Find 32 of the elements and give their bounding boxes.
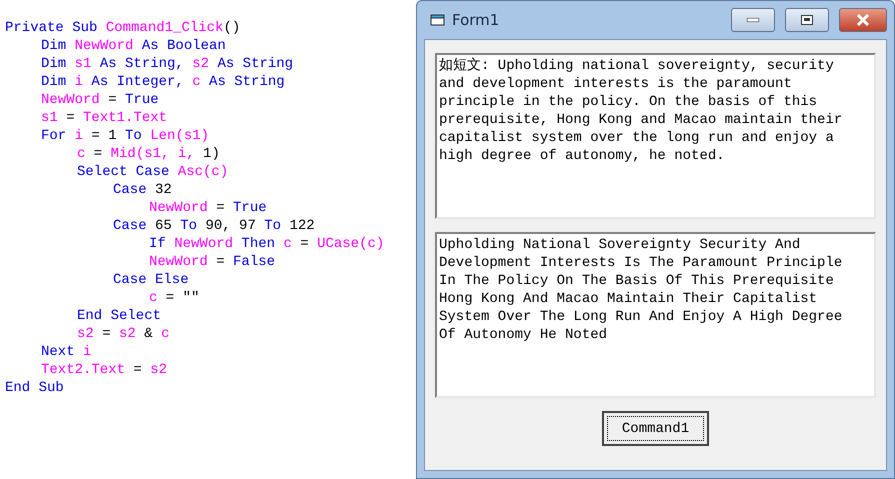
code-line: c = "" (148, 289, 200, 307)
code-line: NewWord = False (148, 253, 276, 271)
code-line: Next i (40, 343, 92, 361)
window-title: Form1 (452, 11, 500, 29)
maximize-button[interactable] (785, 8, 829, 32)
code-line: End Select (76, 307, 162, 325)
command-button[interactable]: Command1 (602, 411, 709, 446)
close-button[interactable] (839, 8, 887, 32)
minimize-icon (747, 18, 759, 22)
code-line: End Sub (4, 379, 64, 397)
code-line: s1 = Text1.Text (40, 109, 168, 127)
minimize-button[interactable] (731, 8, 775, 32)
code-line: c = Mid(s1, i, 1) (76, 145, 220, 163)
output-text-box[interactable]: Upholding National Sovereignty Security And Development Interests Is The Paramount Principle In The Policy On The Basis Of This Prerequisite Hong Kong And Macao Maintain Their Capitalist System Over The Long Run And Enjoy A High Degree Of Autonomy He Noted (435, 232, 876, 398)
code-line: Private Sub Command1_Click() (4, 19, 240, 37)
close-icon (856, 14, 870, 26)
code-line: For i = 1 To Len(s1) (40, 127, 210, 145)
code-line: Case Else (112, 271, 189, 289)
maximize-icon (801, 15, 813, 25)
window-icon (430, 13, 446, 27)
code-line: If NewWord Then c = UCase(c) (148, 235, 384, 253)
code-line: NewWord = True (40, 91, 159, 109)
code-line: Dim s1 As String, s2 As String (40, 55, 294, 73)
code-line: Case 32 (112, 181, 172, 199)
input-text-box[interactable]: 如短文: Upholding national sovereignty, security and development interests is the paramount principle in the policy. On the basis of this prerequisite, Hong Kong and Macao maintain their capitalist system over the long run and enjoy a high degree of autonomy, he noted. (435, 53, 876, 219)
code-line: s2 = s2 & c (76, 325, 170, 343)
code-line: Case 65 To 90, 97 To 122 (112, 217, 315, 235)
code-line: NewWord = True (148, 199, 267, 217)
code-line: Text2.Text = s2 (40, 361, 168, 379)
code-line: Dim i As Integer, c As String (40, 73, 285, 91)
code-line: Select Case Asc(c) (76, 163, 228, 181)
code-line: Dim NewWord As Boolean (40, 37, 226, 55)
